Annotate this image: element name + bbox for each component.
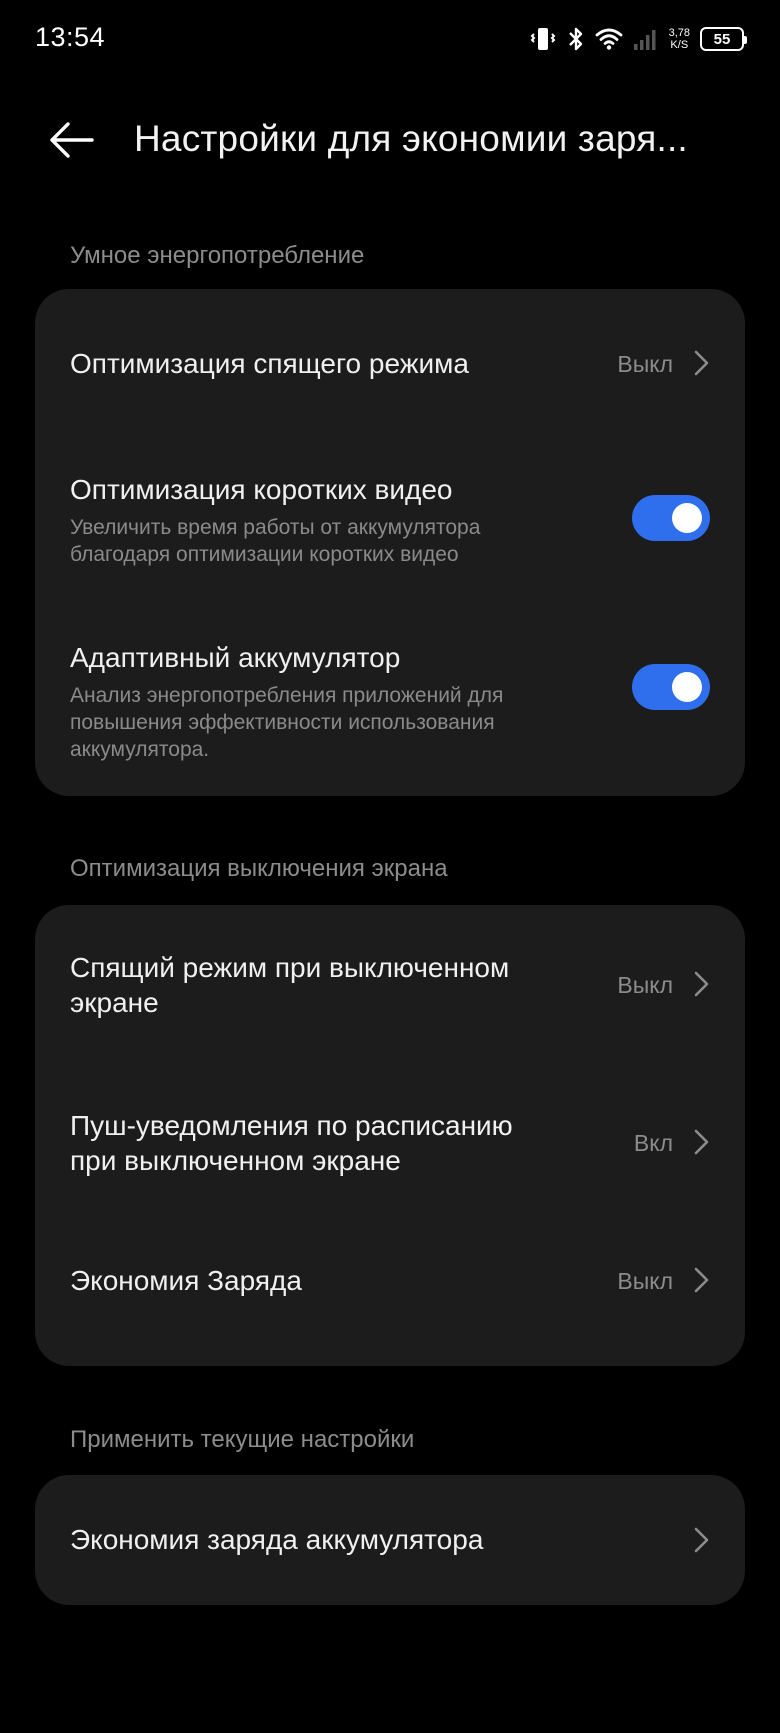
row-subtitle-line-3: аккумулятора. — [70, 738, 210, 761]
row-value: Вкл — [633, 1130, 673, 1156]
row-value: Выкл — [617, 972, 673, 998]
row-value: Выкл — [617, 1268, 673, 1294]
row-value: Выкл — [617, 351, 673, 377]
row-title-line-2: экране — [70, 987, 159, 1018]
signal-icon — [633, 27, 659, 51]
bluetooth-icon — [567, 26, 585, 52]
row-charge-saving[interactable]: Экономия Заряда Выкл — [35, 1223, 745, 1366]
card-smart-power: Оптимизация спящего режима Выкл Оптимиза… — [35, 289, 745, 796]
battery-level: 55 — [713, 30, 731, 48]
status-bar: 13:54 3,78 K/S 55 — [0, 0, 780, 80]
toggle-knob — [672, 672, 702, 702]
section-header-screen-off: Оптимизация выключения экрана — [70, 855, 448, 882]
row-screen-off-sleep[interactable]: Спящий режим при выключенном экране Выкл — [35, 905, 745, 1065]
toggle-short-video[interactable] — [632, 495, 710, 541]
header: Настройки для экономии заря... — [0, 100, 780, 180]
row-title: Экономия Заряда — [70, 1265, 302, 1296]
card-screen-off: Спящий режим при выключенном экране Выкл… — [35, 905, 745, 1366]
row-short-video-optimization: Оптимизация коротких видео Увеличить вре… — [35, 437, 745, 607]
chevron-right-icon — [694, 350, 709, 376]
back-arrow-icon — [50, 122, 94, 158]
net-speed: 3,78 K/S — [669, 27, 690, 51]
row-title: Адаптивный аккумулятор — [70, 642, 401, 673]
status-time: 13:54 — [35, 22, 106, 52]
chevron-right-icon — [694, 1129, 709, 1155]
net-speed-value: 3,78 — [668, 27, 690, 39]
chevron-right-icon — [694, 971, 709, 997]
toggle-knob — [672, 503, 702, 533]
row-title: Экономия заряда аккумулятора — [70, 1524, 484, 1555]
net-speed-unit: K/S — [670, 39, 689, 51]
back-button[interactable] — [44, 116, 100, 164]
row-adaptive-battery: Адаптивный аккумулятор Анализ энергопотр… — [35, 607, 745, 796]
row-subtitle-line-1: Увеличить время работы от аккумулятора — [70, 516, 481, 539]
status-icons: 3,78 K/S 55 — [529, 24, 747, 54]
chevron-right-icon — [694, 1527, 709, 1553]
row-title-line-1: Пуш-уведомления по расписанию — [70, 1110, 513, 1141]
chevron-right-icon — [694, 1267, 709, 1293]
page-title: Настройки для экономии заря... — [134, 118, 688, 159]
row-battery-saving[interactable]: Экономия заряда аккумулятора — [35, 1475, 745, 1605]
row-title: Оптимизация коротких видео — [70, 474, 453, 505]
row-subtitle-line-2: повышения эффективности использования — [70, 711, 495, 734]
row-title: Оптимизация спящего режима — [70, 348, 469, 379]
section-header-smart-power: Умное энергопотребление — [70, 242, 365, 269]
row-title-line-1: Спящий режим при выключенном — [70, 952, 510, 983]
row-scheduled-push[interactable]: Пуш-уведомления по расписанию при выключ… — [35, 1065, 745, 1223]
section-header-apply-settings: Применить текущие настройки — [70, 1426, 415, 1453]
toggle-adaptive-battery[interactable] — [632, 664, 710, 710]
vibrate-icon — [529, 26, 557, 52]
row-sleep-optimization[interactable]: Оптимизация спящего режима Выкл — [35, 289, 745, 437]
row-subtitle-line-1: Анализ энергопотребления приложений для — [70, 684, 504, 707]
card-apply-settings: Экономия заряда аккумулятора — [35, 1475, 745, 1605]
wifi-icon — [595, 27, 623, 51]
row-subtitle-line-2: благодаря оптимизации коротких видео — [70, 543, 459, 566]
battery-icon: 55 — [700, 27, 747, 51]
row-title-line-2: при выключенном экране — [70, 1145, 401, 1176]
